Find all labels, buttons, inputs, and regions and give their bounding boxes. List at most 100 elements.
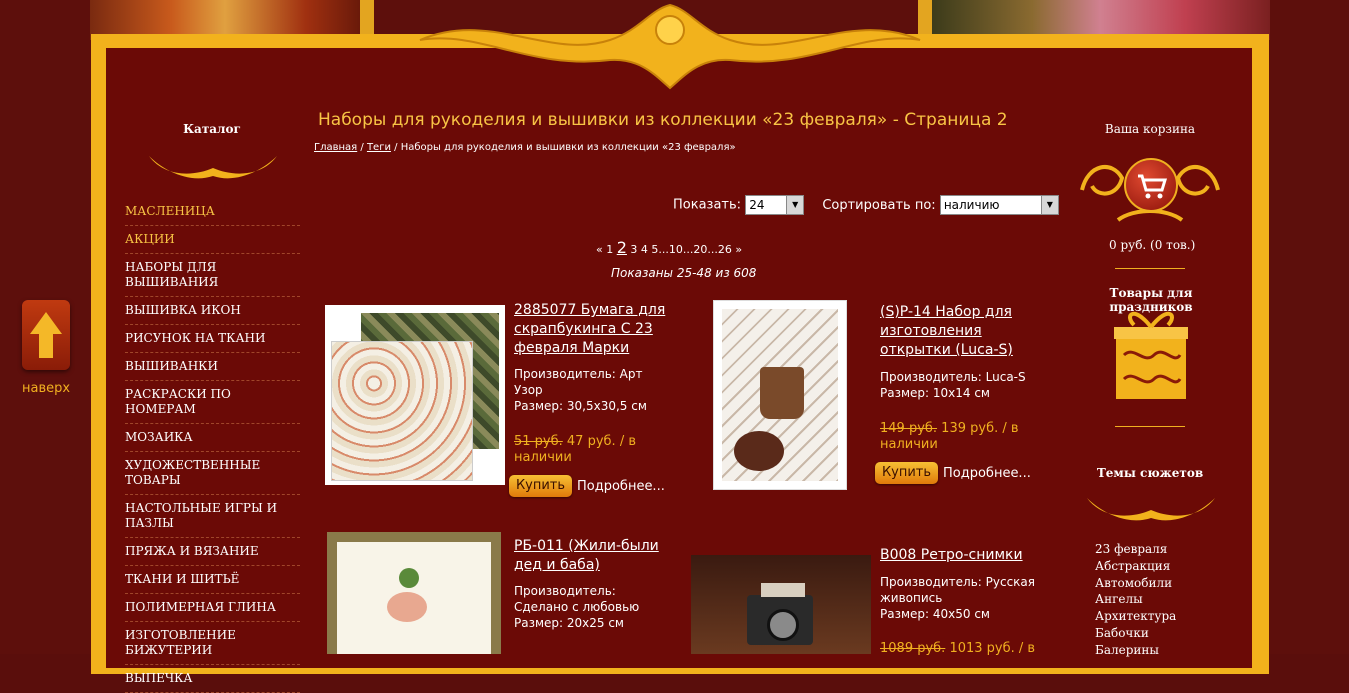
chevron-down-icon: ▼ — [786, 196, 804, 214]
catalog-heading: Каталог — [183, 122, 241, 136]
catalog-item[interactable]: НАСТОЛЬНЫЕ ИГРЫ И ПАЗЛЫ — [125, 495, 300, 538]
old-price: 51 руб. — [514, 434, 563, 449]
product-image[interactable] — [325, 305, 505, 485]
page-link[interactable]: 1 — [606, 243, 613, 256]
results-count: Показаны 25-48 из 608 — [611, 266, 757, 280]
listing-controls: Показать: 24 ▼ Сортировать по: наличию ▼ — [673, 195, 1059, 215]
page-link[interactable]: 20 — [693, 243, 707, 256]
product-title[interactable]: B008 Ретро-снимки — [880, 546, 1040, 565]
page-dots: ... — [707, 243, 718, 256]
catalog-item[interactable]: МОЗАИКА — [125, 424, 300, 452]
product-title[interactable]: 2885077 Бумага для скрапбукинга С 23 фев… — [514, 301, 684, 358]
divider — [1115, 426, 1185, 427]
themes-heading: Темы сюжетов — [1096, 466, 1204, 480]
to-top-label[interactable]: наверх — [22, 381, 70, 396]
details-link[interactable]: Подробнее... — [943, 466, 1031, 481]
page-dots: ... — [658, 243, 669, 256]
product-size: Размер: 10x14 см — [880, 386, 990, 400]
product-maker: Производитель: Арт Узор — [514, 367, 643, 397]
page-prev[interactable]: « — [596, 243, 603, 256]
sort-label: Сортировать по: — [822, 197, 936, 213]
ornament-divider-icon — [1087, 498, 1215, 521]
themes-list: 23 февраля Абстракция Автомобили Ангелы Архи… — [1095, 541, 1176, 659]
sort-value: наличию — [943, 198, 1000, 212]
gift-icon[interactable] — [1114, 305, 1188, 401]
page-link[interactable]: 26 — [718, 243, 732, 256]
page-current: 2 — [616, 238, 627, 257]
product-title[interactable]: (S)P-14 Набор для изготовления открытки … — [880, 303, 1040, 360]
photo — [761, 583, 805, 597]
product-image[interactable] — [327, 532, 501, 654]
camera-lens — [767, 609, 799, 641]
page-title: Наборы для рукоделия и вышивки из коллек… — [318, 110, 1008, 130]
buy-button[interactable]: Купить — [875, 462, 938, 484]
cart-icon[interactable] — [1124, 158, 1178, 212]
catalog-item[interactable]: РАСКРАСКИ ПО НОМЕРАМ — [125, 381, 300, 424]
breadcrumb-separator: / — [357, 142, 367, 153]
chevron-down-icon: ▼ — [1040, 196, 1058, 214]
breadcrumb-home[interactable]: Главная — [314, 142, 357, 153]
catalog-item[interactable]: ТКАНИ И ШИТЬЁ — [125, 566, 300, 594]
show-count-value: 24 — [749, 198, 765, 212]
product-price: 149 руб. 139 руб. / в наличии — [880, 421, 1030, 453]
theme-item[interactable]: Балерины — [1095, 642, 1176, 659]
old-price: 149 руб. — [880, 421, 938, 436]
buy-button[interactable]: Купить — [509, 475, 572, 497]
product-price: 51 руб. 47 руб. / в наличии — [514, 434, 664, 466]
breadcrumb-tags[interactable]: Теги — [367, 142, 391, 153]
product-size: Размер: 20x25 см — [514, 616, 624, 630]
product-maker: Производитель: Luca-S — [880, 370, 1026, 384]
theme-item[interactable]: Ангелы — [1095, 591, 1176, 608]
catalog-item[interactable]: МАСЛЕНИЦА — [125, 198, 300, 226]
catalog-item[interactable]: ПОЛИМЕРНАЯ ГЛИНА — [125, 594, 300, 622]
show-label: Показать: — [673, 197, 742, 213]
product-size: Размер: 30,5x30,5 см — [514, 399, 647, 413]
page-link[interactable]: 10 — [669, 243, 683, 256]
pagination: « 1 2 3 4 5...10...20...26 » — [596, 238, 742, 257]
catalog-item[interactable]: ВЫШИВКА ИКОН — [125, 297, 300, 325]
figure — [387, 592, 427, 622]
details-link[interactable]: Подробнее... — [577, 479, 665, 494]
catalog-item[interactable]: ХУДОЖЕСТВЕННЫЕ ТОВАРЫ — [125, 452, 300, 495]
broom — [399, 568, 419, 588]
product-maker: Производитель: Русская живопись — [880, 575, 1035, 605]
shopping-cart-icon — [1138, 174, 1168, 199]
theme-item[interactable]: 23 февраля — [1095, 541, 1176, 558]
catalog-item[interactable]: ВЫПЕЧКА — [125, 665, 300, 693]
coffee-cup-icon — [760, 367, 804, 419]
catalog-item[interactable]: ВЫШИВАНКИ — [125, 353, 300, 381]
ornament-divider-icon — [149, 156, 277, 179]
hand-made-badge — [734, 431, 784, 471]
to-top-button[interactable] — [22, 300, 70, 370]
theme-item[interactable]: Абстракция — [1095, 558, 1176, 575]
theme-item[interactable]: Архитектура — [1095, 608, 1176, 625]
product-image[interactable] — [713, 300, 847, 490]
product-title[interactable]: РБ-011 (Жили-были дед и баба) — [514, 537, 684, 575]
cart-heading: Ваша корзина — [1104, 122, 1196, 136]
breadcrumb-separator: / — [390, 142, 401, 153]
product-price: 1089 руб. 1013 руб. / в — [880, 641, 1040, 657]
ornament-top-icon — [419, 3, 921, 90]
catalog-menu: МАСЛЕНИЦА АКЦИИ НАБОРЫ ДЛЯ ВЫШИВАНИЯ ВЫШИВК… — [125, 198, 300, 693]
catalog-item[interactable]: РИСУНОК НА ТКАНИ — [125, 325, 300, 353]
breadcrumb: Главная / Теги / Наборы для рукоделия и … — [314, 142, 736, 153]
stamps-paper — [331, 341, 473, 481]
show-count-select[interactable]: 24 ▼ — [745, 195, 805, 215]
product-size: Размер: 40x50 см — [880, 607, 990, 621]
theme-item[interactable]: Бабочки — [1095, 625, 1176, 642]
arrow-up-icon — [30, 312, 62, 358]
product-image[interactable] — [691, 555, 871, 654]
cart-summary[interactable]: 0 руб. (0 тов.) — [1109, 238, 1195, 252]
catalog-item[interactable]: ПРЯЖА И ВЯЗАНИЕ — [125, 538, 300, 566]
sort-select[interactable]: наличию ▼ — [939, 195, 1059, 215]
divider — [1115, 268, 1185, 269]
catalog-item[interactable]: НАБОРЫ ДЛЯ ВЫШИВАНИЯ — [125, 254, 300, 297]
page-dots: ... — [682, 243, 694, 256]
breadcrumb-current: Наборы для рукоделия и вышивки из коллек… — [400, 142, 736, 153]
theme-item[interactable]: Автомобили — [1095, 575, 1176, 592]
page-link[interactable]: 4 — [641, 243, 648, 256]
catalog-item[interactable]: АКЦИИ — [125, 226, 300, 254]
page-next[interactable]: » — [735, 243, 742, 256]
catalog-item[interactable]: ИЗГОТОВЛЕНИЕ БИЖУТЕРИИ — [125, 622, 300, 665]
product-maker: Производитель: Сделано с любовью — [514, 584, 640, 614]
